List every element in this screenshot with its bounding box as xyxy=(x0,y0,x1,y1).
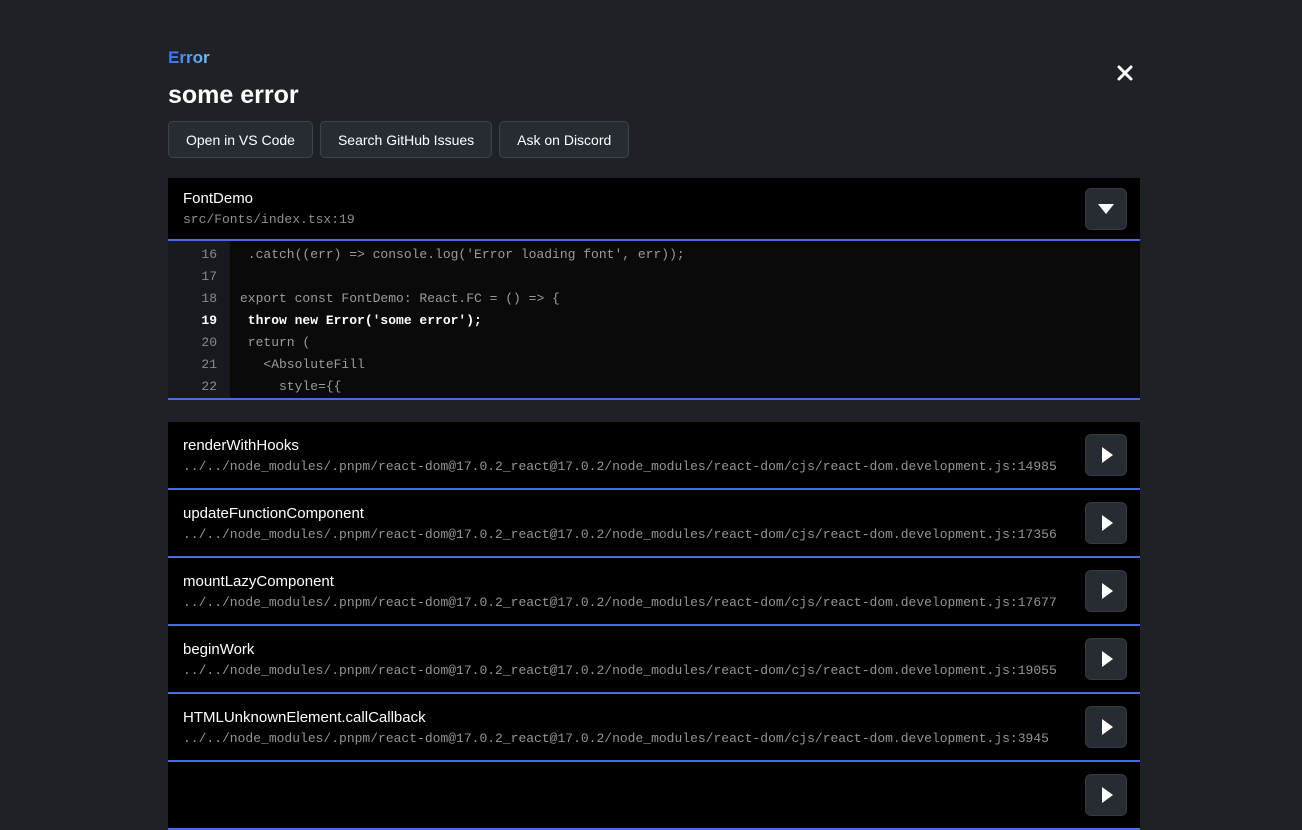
code-line: 21 <AbsoluteFill xyxy=(168,354,1140,376)
stack-frame-info: HTMLUnknownElement.callCallback ../../no… xyxy=(183,709,1085,746)
stack-frame-path: ../../node_modules/.pnpm/react-dom@17.0.… xyxy=(183,595,1085,610)
code-frame-title-block: FontDemo src/Fonts/index.tsx:19 xyxy=(183,190,355,227)
stack-frame-row: updateFunctionComponent ../../node_modul… xyxy=(168,490,1140,558)
line-code: throw new Error('some error'); xyxy=(230,310,482,332)
line-code: <AbsoluteFill xyxy=(230,354,365,376)
play-icon xyxy=(1102,651,1113,667)
stack-frame-name: updateFunctionComponent xyxy=(183,505,1085,522)
stack-frame-path: ../../node_modules/.pnpm/react-dom@17.0.… xyxy=(183,527,1085,542)
code-line: 22 style={{ xyxy=(168,376,1140,398)
code-line: 20 return ( xyxy=(168,332,1140,354)
stack-frame-row: mountLazyComponent ../../node_modules/.p… xyxy=(168,558,1140,626)
expand-frame-button[interactable] xyxy=(1085,706,1127,748)
stack-frame-row-partial xyxy=(168,762,1140,830)
error-type-label: Error xyxy=(168,48,210,68)
line-number: 17 xyxy=(168,266,230,288)
stack-frame-name: renderWithHooks xyxy=(183,437,1085,454)
stack-frame-info: mountLazyComponent ../../node_modules/.p… xyxy=(183,573,1085,610)
expand-frame-button[interactable] xyxy=(1085,570,1127,612)
expand-frame-button[interactable] xyxy=(1085,434,1127,476)
stack-frame-info xyxy=(183,793,1085,798)
stack-frame-path: ../../node_modules/.pnpm/react-dom@17.0.… xyxy=(183,663,1085,678)
stack-frame-row: beginWork ../../node_modules/.pnpm/react… xyxy=(168,626,1140,694)
error-message-title: some error xyxy=(168,81,1140,109)
chevron-down-icon xyxy=(1098,204,1114,214)
collapse-frame-button[interactable] xyxy=(1085,188,1127,230)
search-github-issues-button[interactable]: Search GitHub Issues xyxy=(320,121,492,158)
code-line: 18 export const FontDemo: React.FC = () … xyxy=(168,288,1140,310)
stack-frame-row: HTMLUnknownElement.callCallback ../../no… xyxy=(168,694,1140,762)
stack-frame-row: renderWithHooks ../../node_modules/.pnpm… xyxy=(168,422,1140,490)
play-icon xyxy=(1102,447,1113,463)
code-frame-header: FontDemo src/Fonts/index.tsx:19 xyxy=(168,178,1140,241)
line-number: 18 xyxy=(168,288,230,310)
play-icon xyxy=(1102,583,1113,599)
stack-frame-path: ../../node_modules/.pnpm/react-dom@17.0.… xyxy=(183,459,1085,474)
action-buttons: Open in VS Code Search GitHub Issues Ask… xyxy=(168,121,1140,158)
overlay-content: Error some error Open in VS Code Search … xyxy=(168,0,1140,830)
line-code xyxy=(230,266,240,288)
stack-frame-name: beginWork xyxy=(183,641,1085,658)
line-code: style={{ xyxy=(230,376,341,398)
line-code: export const FontDemo: React.FC = () => … xyxy=(230,288,560,310)
line-number: 21 xyxy=(168,354,230,376)
play-icon xyxy=(1102,719,1113,735)
stack-frame-info: beginWork ../../node_modules/.pnpm/react… xyxy=(183,641,1085,678)
code-line: 17 xyxy=(168,266,1140,288)
line-number: 22 xyxy=(168,376,230,398)
play-icon xyxy=(1102,515,1113,531)
code-frame-panel: FontDemo src/Fonts/index.tsx:19 16 .catc… xyxy=(168,178,1140,400)
expand-frame-button[interactable] xyxy=(1085,638,1127,680)
stack-frame-path: ../../node_modules/.pnpm/react-dom@17.0.… xyxy=(183,731,1085,746)
code-snippet: 16 .catch((err) => console.log('Error lo… xyxy=(168,241,1140,400)
line-number: 16 xyxy=(168,244,230,266)
open-in-vscode-button[interactable]: Open in VS Code xyxy=(168,121,313,158)
line-code: .catch((err) => console.log('Error loadi… xyxy=(230,244,685,266)
stack-frame-info: renderWithHooks ../../node_modules/.pnpm… xyxy=(183,437,1085,474)
frame-file-location: src/Fonts/index.tsx:19 xyxy=(183,212,355,227)
stack-trace-list: renderWithHooks ../../node_modules/.pnpm… xyxy=(168,422,1140,830)
stack-frame-info: updateFunctionComponent ../../node_modul… xyxy=(183,505,1085,542)
line-code: return ( xyxy=(230,332,310,354)
expand-frame-button[interactable] xyxy=(1085,774,1127,816)
stack-frame-name: mountLazyComponent xyxy=(183,573,1085,590)
line-number: 19 xyxy=(168,310,230,332)
expand-frame-button[interactable] xyxy=(1085,502,1127,544)
code-line: 16 .catch((err) => console.log('Error lo… xyxy=(168,244,1140,266)
frame-function-name: FontDemo xyxy=(183,190,355,207)
play-icon xyxy=(1102,787,1113,803)
ask-on-discord-button[interactable]: Ask on Discord xyxy=(499,121,629,158)
line-number: 20 xyxy=(168,332,230,354)
code-line: 19 throw new Error('some error'); xyxy=(168,310,1140,332)
stack-frame-name: HTMLUnknownElement.callCallback xyxy=(183,709,1085,726)
